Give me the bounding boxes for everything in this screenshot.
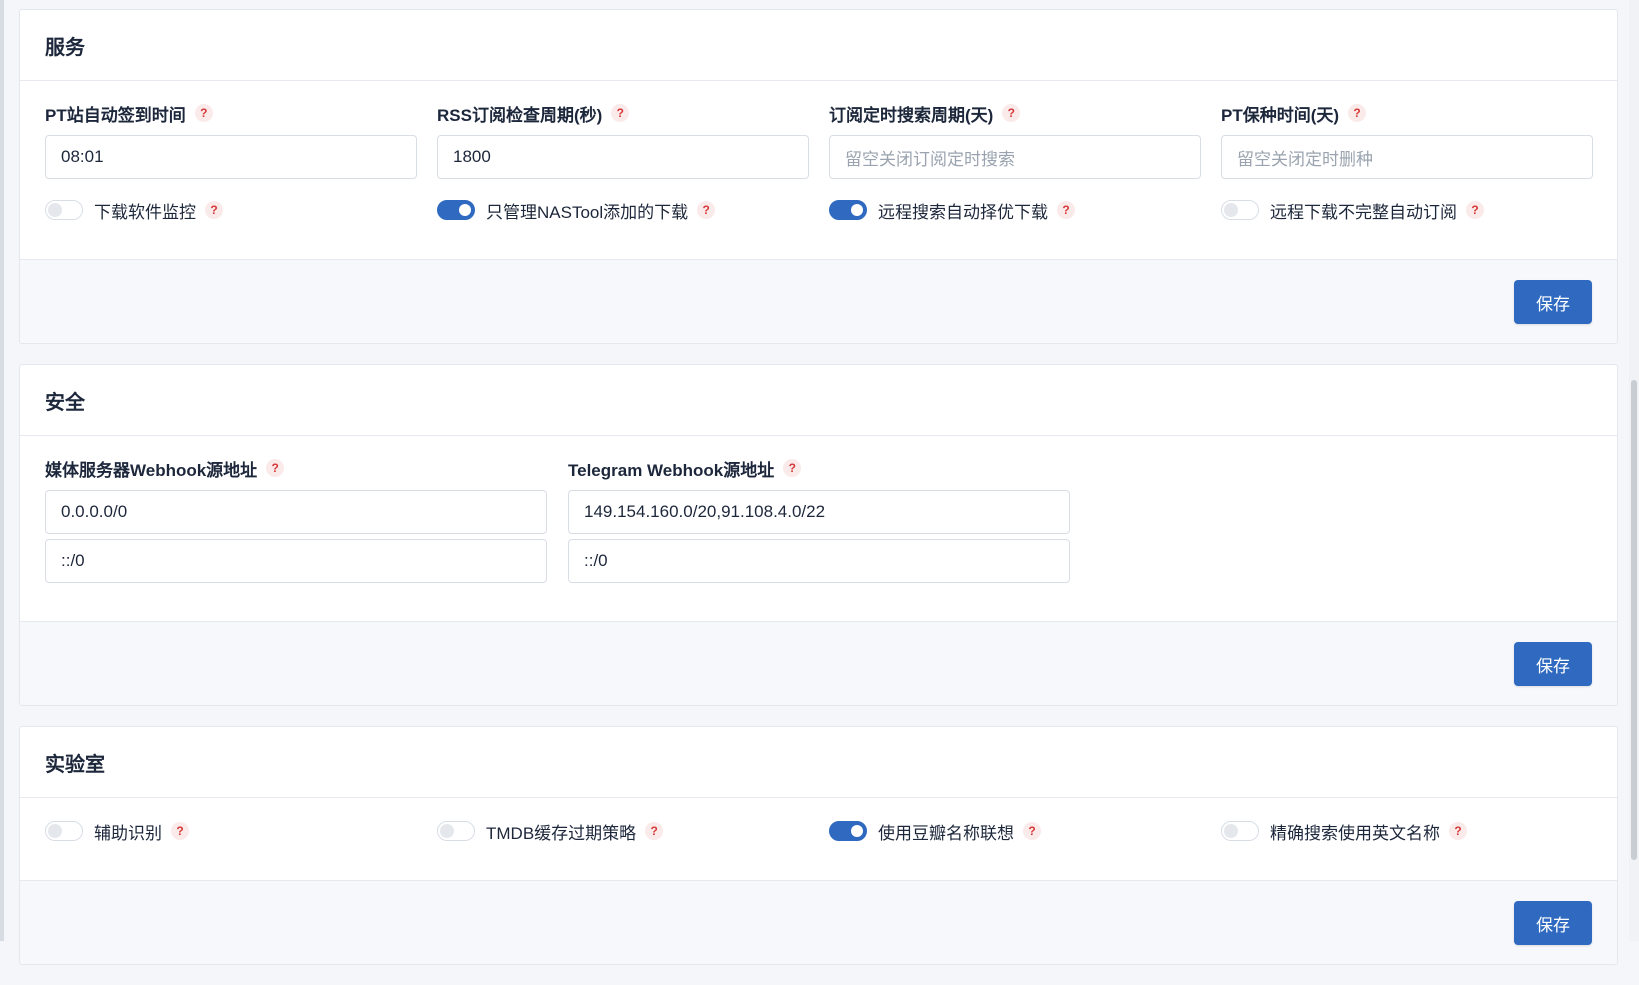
help-icon[interactable]: ? xyxy=(1466,201,1484,219)
help-icon[interactable]: ? xyxy=(205,201,223,219)
toggle-nastool-only: 只管理NASTool添加的下载 ? xyxy=(437,197,809,223)
security-card: 安全 媒体服务器Webhook源地址? 0.0.0.0/0 ::/0 Teleg… xyxy=(19,364,1618,706)
search-interval-input[interactable]: 留空关闭订阅定时搜索 xyxy=(829,135,1201,179)
seeding-time-input[interactable]: 留空关闭定时删种 xyxy=(1221,135,1593,179)
field-label: PT站自动签到时间 xyxy=(45,105,186,125)
field-label: PT保种时间(天) xyxy=(1221,105,1340,125)
help-icon[interactable]: ? xyxy=(266,459,285,477)
toggle-douban-suggest: 使用豆瓣名称联想 ? xyxy=(829,818,1201,844)
service-card: 服务 PT站自动签到时间? 08:01 RSS订阅检查周期(秒)? 1800 订… xyxy=(19,9,1618,344)
service-footer: 保存 xyxy=(20,259,1617,343)
service-toggles: 下载软件监控 ? 只管理NASTool添加的下载 ? 远程搜索自动择优下载 ? … xyxy=(45,197,1592,259)
toggle-label: 下载软件监控 xyxy=(94,202,196,222)
field-label: Telegram Webhook源地址 xyxy=(568,460,775,480)
english-search-switch[interactable] xyxy=(1221,821,1259,841)
toggle-auto-best: 远程搜索自动择优下载 ? xyxy=(829,197,1201,223)
telegram-webhook-ipv6-input[interactable]: ::/0 xyxy=(568,539,1070,583)
field-search-interval: 订阅定时搜索周期(天)? 留空关闭订阅定时搜索 xyxy=(829,101,1201,179)
auto-best-switch[interactable] xyxy=(829,200,867,220)
rss-interval-input[interactable]: 1800 xyxy=(437,135,809,179)
toggle-assist-recognize: 辅助识别 ? xyxy=(45,818,417,844)
lab-title: 实验室 xyxy=(20,727,1617,798)
security-save-button[interactable]: 保存 xyxy=(1514,642,1592,686)
field-seeding-time: PT保种时间(天)? 留空关闭定时删种 xyxy=(1221,101,1593,179)
service-fields: PT站自动签到时间? 08:01 RSS订阅检查周期(秒)? 1800 订阅定时… xyxy=(45,101,1593,179)
lab-body: 辅助识别 ? TMDB缓存过期策略 ? 使用豆瓣名称联想 ? 精确搜索使用英文名… xyxy=(20,798,1617,880)
toggle-download-monitor: 下载软件监控 ? xyxy=(45,197,417,223)
page-scrollbar[interactable] xyxy=(1629,0,1639,941)
help-icon[interactable]: ? xyxy=(611,104,630,122)
field-rss-interval: RSS订阅检查周期(秒)? 1800 xyxy=(437,101,809,179)
toggle-english-search: 精确搜索使用英文名称 ? xyxy=(1221,818,1593,844)
field-media-webhook: 媒体服务器Webhook源地址? 0.0.0.0/0 ::/0 xyxy=(45,456,547,583)
toggle-label: 辅助识别 xyxy=(94,823,162,843)
help-icon[interactable]: ? xyxy=(194,104,213,122)
toggle-label: 远程下载不完整自动订阅 xyxy=(1270,202,1457,222)
toggle-auto-subscribe: 远程下载不完整自动订阅 ? xyxy=(1221,197,1593,223)
security-title: 安全 xyxy=(20,365,1617,436)
scrollbar-thumb[interactable] xyxy=(1631,380,1637,860)
toggle-label: 使用豆瓣名称联想 xyxy=(878,823,1014,843)
settings-content: 服务 PT站自动签到时间? 08:01 RSS订阅检查周期(秒)? 1800 订… xyxy=(19,9,1618,985)
lab-toggles: 辅助识别 ? TMDB缓存过期策略 ? 使用豆瓣名称联想 ? 精确搜索使用英文名… xyxy=(45,818,1592,844)
security-body: 媒体服务器Webhook源地址? 0.0.0.0/0 ::/0 Telegram… xyxy=(20,436,1617,621)
media-webhook-ipv6-input[interactable]: ::/0 xyxy=(45,539,547,583)
telegram-webhook-ipv4-input[interactable]: 149.154.160.0/20,91.108.4.0/22 xyxy=(568,490,1070,534)
left-edge xyxy=(0,0,4,941)
download-monitor-switch[interactable] xyxy=(45,200,83,220)
field-label: RSS订阅检查周期(秒) xyxy=(437,105,603,125)
field-label: 媒体服务器Webhook源地址 xyxy=(45,460,258,480)
help-icon[interactable]: ? xyxy=(645,822,664,840)
media-webhook-ipv4-input[interactable]: 0.0.0.0/0 xyxy=(45,490,547,534)
douban-suggest-switch[interactable] xyxy=(829,821,867,841)
field-checkin-time: PT站自动签到时间? 08:01 xyxy=(45,101,417,179)
checkin-time-input[interactable]: 08:01 xyxy=(45,135,417,179)
help-icon[interactable]: ? xyxy=(1023,822,1041,840)
help-icon[interactable]: ? xyxy=(1449,822,1467,840)
help-icon[interactable]: ? xyxy=(783,459,802,477)
help-icon[interactable]: ? xyxy=(171,822,189,840)
help-icon[interactable]: ? xyxy=(1348,104,1367,122)
field-telegram-webhook: Telegram Webhook源地址? 149.154.160.0/20,91… xyxy=(568,456,1070,583)
toggle-tmdb-cache: TMDB缓存过期策略 ? xyxy=(437,818,809,844)
toggle-label: 远程搜索自动择优下载 xyxy=(878,202,1048,222)
toggle-label: TMDB缓存过期策略 xyxy=(486,823,637,843)
help-icon[interactable]: ? xyxy=(1002,104,1021,122)
auto-subscribe-switch[interactable] xyxy=(1221,200,1259,220)
help-icon[interactable]: ? xyxy=(1057,201,1075,219)
nastool-only-switch[interactable] xyxy=(437,200,475,220)
lab-save-button[interactable]: 保存 xyxy=(1514,901,1592,945)
security-footer: 保存 xyxy=(20,621,1617,705)
lab-card: 实验室 辅助识别 ? TMDB缓存过期策略 ? 使用豆瓣名称联想 ? 精确搜索使… xyxy=(19,726,1618,965)
field-label: 订阅定时搜索周期(天) xyxy=(829,105,994,125)
service-body: PT站自动签到时间? 08:01 RSS订阅检查周期(秒)? 1800 订阅定时… xyxy=(20,81,1617,259)
service-title: 服务 xyxy=(20,10,1617,81)
lab-footer: 保存 xyxy=(20,880,1617,964)
tmdb-cache-switch[interactable] xyxy=(437,821,475,841)
toggle-label: 精确搜索使用英文名称 xyxy=(1270,823,1440,843)
assist-recognize-switch[interactable] xyxy=(45,821,83,841)
security-fields: 媒体服务器Webhook源地址? 0.0.0.0/0 ::/0 Telegram… xyxy=(45,456,1592,583)
service-save-button[interactable]: 保存 xyxy=(1514,280,1592,324)
help-icon[interactable]: ? xyxy=(697,201,716,219)
toggle-label: 只管理NASTool添加的下载 xyxy=(486,202,689,222)
